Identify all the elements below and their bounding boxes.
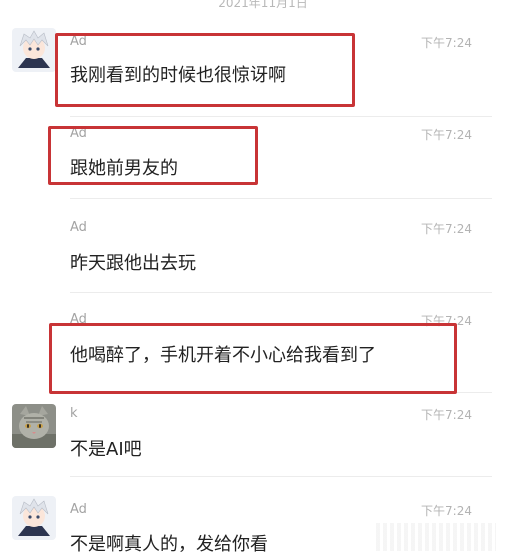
anime-boy-avatar-icon: [12, 28, 56, 72]
cat-avatar-icon: [12, 404, 56, 448]
message-time: 下午7:24: [421, 128, 472, 142]
message-time: 下午7:24: [421, 408, 472, 422]
date-label: 2021年11月1日: [218, 0, 308, 10]
highlight-box: [55, 33, 355, 107]
watermark: [376, 523, 496, 551]
avatar[interactable]: [12, 404, 56, 448]
sender-name: Ad: [70, 502, 87, 517]
separator: [70, 116, 492, 117]
avatar[interactable]: [12, 28, 56, 72]
message-text: 不是AI吧: [70, 439, 142, 460]
separator: [70, 476, 492, 477]
message-text: 不是啊真人的，发给你看: [70, 534, 268, 555]
anime-boy-avatar-icon: [12, 496, 56, 540]
sender-name: Ad: [70, 220, 87, 235]
avatar[interactable]: [12, 496, 56, 540]
message-time: 下午7:24: [421, 504, 472, 518]
sender-name: k: [70, 406, 78, 421]
separator: [70, 198, 492, 199]
highlight-box: [49, 323, 457, 394]
message-time: 下午7:24: [421, 222, 472, 236]
separator: [70, 292, 492, 293]
message-text: 昨天跟他出去玩: [70, 253, 196, 274]
message-time: 下午7:24: [421, 36, 472, 50]
highlight-box: [48, 126, 258, 185]
